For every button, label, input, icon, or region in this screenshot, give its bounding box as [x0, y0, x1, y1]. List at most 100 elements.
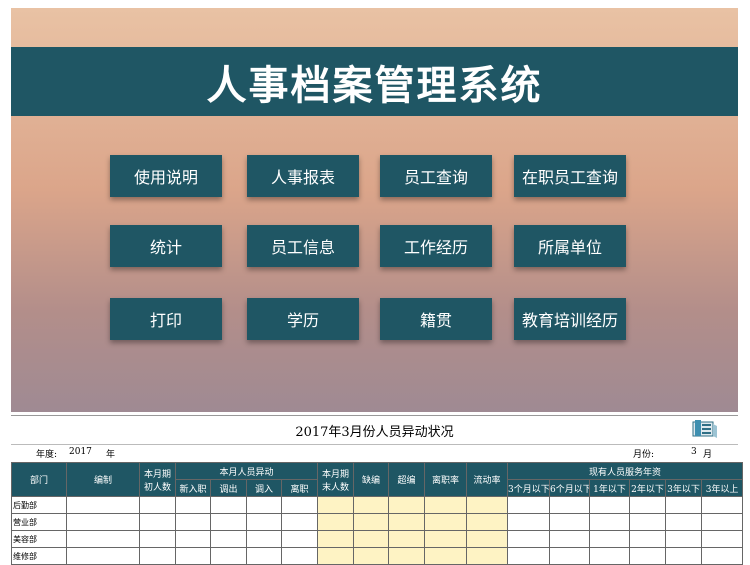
year-label: 年度:: [36, 450, 58, 460]
data-cell[interactable]: [246, 496, 282, 514]
data-cell[interactable]: [424, 513, 468, 531]
book-icon[interactable]: [691, 419, 719, 439]
data-cell[interactable]: [280, 513, 319, 531]
data-cell[interactable]: [353, 513, 390, 531]
data-cell[interactable]: [507, 513, 551, 531]
data-cell[interactable]: [139, 547, 176, 565]
data-cell[interactable]: [701, 530, 744, 548]
data-cell[interactable]: [210, 530, 247, 548]
staff-query-button[interactable]: 员工查询: [380, 155, 492, 197]
data-cell[interactable]: [665, 496, 703, 514]
data-cell[interactable]: [665, 547, 703, 565]
data-cell[interactable]: [466, 547, 509, 565]
month-value[interactable]: 3: [691, 447, 697, 457]
col-transfer-out: 调出: [210, 479, 247, 497]
data-cell[interactable]: [388, 530, 426, 548]
data-cell[interactable]: [280, 547, 319, 565]
education-button-label: 学历: [286, 311, 319, 330]
data-cell[interactable]: [388, 513, 426, 531]
data-cell[interactable]: [507, 530, 551, 548]
data-cell[interactable]: [629, 513, 667, 531]
data-cell[interactable]: [665, 513, 703, 531]
table-row: 后勤部: [11, 496, 744, 514]
data-cell[interactable]: [280, 496, 319, 514]
usage-button[interactable]: 使用说明: [110, 155, 222, 197]
data-cell[interactable]: [353, 496, 390, 514]
data-cell[interactable]: [589, 513, 631, 531]
data-cell[interactable]: [629, 530, 667, 548]
data-cell[interactable]: [139, 530, 176, 548]
data-cell[interactable]: [175, 513, 211, 531]
data-cell[interactable]: [507, 547, 551, 565]
staff-info-button-label: 员工信息: [270, 238, 335, 257]
data-cell[interactable]: [424, 496, 468, 514]
data-cell[interactable]: [424, 530, 468, 548]
data-cell[interactable]: [210, 496, 247, 514]
unit-button[interactable]: 所属单位: [514, 225, 626, 267]
active-staff-query-button-label: 在职员工查询: [521, 168, 618, 187]
personnel-table: 部门 编制 本月期 初人数 本月人员异动 本月期 末人数 缺编 超编 离职率 流…: [11, 462, 744, 565]
data-cell[interactable]: [317, 530, 355, 548]
data-cell[interactable]: [175, 530, 211, 548]
data-cell[interactable]: [246, 513, 282, 531]
data-cell[interactable]: [549, 530, 591, 548]
col-flow-rate: 流动率: [466, 462, 509, 497]
title-bar: 人事档案管理系统: [11, 47, 738, 116]
data-cell[interactable]: [280, 530, 319, 548]
hr-report-button[interactable]: 人事报表: [247, 155, 359, 197]
data-cell[interactable]: [701, 513, 744, 531]
month-unit: 月: [703, 450, 713, 460]
data-cell[interactable]: [353, 547, 390, 565]
data-cell[interactable]: [629, 496, 667, 514]
col-begin-count: 本月期 初人数: [139, 462, 176, 497]
data-cell[interactable]: [424, 547, 468, 565]
data-cell[interactable]: [246, 530, 282, 548]
statistics-button[interactable]: 统计: [110, 225, 222, 267]
data-cell[interactable]: [66, 547, 140, 565]
sheet-info-row: 年度: 2017 年 月份: 3 月: [11, 444, 738, 461]
data-cell[interactable]: [701, 547, 744, 565]
personnel-change-sheet: 2017年3月份人员异动状况 年度: 2017 年 月份: 3 月 部门 编制 …: [11, 415, 744, 565]
active-staff-query-button[interactable]: 在职员工查询: [514, 155, 626, 197]
work-history-button[interactable]: 工作经历: [380, 225, 492, 267]
data-cell[interactable]: [466, 530, 509, 548]
data-cell[interactable]: [175, 496, 211, 514]
data-cell[interactable]: [549, 513, 591, 531]
data-cell[interactable]: [466, 496, 509, 514]
data-cell[interactable]: [665, 530, 703, 548]
print-button[interactable]: 打印: [110, 298, 222, 340]
data-cell[interactable]: [353, 530, 390, 548]
data-cell[interactable]: [175, 547, 211, 565]
dept-cell: 美容部: [11, 530, 67, 548]
col-tenure-group: 现有人员服务年资: [507, 462, 744, 480]
data-cell[interactable]: [589, 547, 631, 565]
data-cell[interactable]: [466, 513, 509, 531]
data-cell[interactable]: [589, 530, 631, 548]
col-resign: 离职: [280, 479, 319, 497]
data-cell[interactable]: [317, 496, 355, 514]
data-cell[interactable]: [701, 496, 744, 514]
data-cell[interactable]: [629, 547, 667, 565]
staff-info-button[interactable]: 员工信息: [247, 225, 359, 267]
data-cell[interactable]: [549, 496, 591, 514]
data-cell[interactable]: [246, 547, 282, 565]
data-cell[interactable]: [549, 547, 591, 565]
data-cell[interactable]: [388, 547, 426, 565]
data-cell[interactable]: [139, 496, 176, 514]
data-cell[interactable]: [66, 496, 140, 514]
year-value[interactable]: 2017: [69, 447, 92, 457]
data-cell[interactable]: [139, 513, 176, 531]
data-cell[interactable]: [210, 547, 247, 565]
data-cell[interactable]: [210, 513, 247, 531]
data-cell[interactable]: [317, 513, 355, 531]
data-cell[interactable]: [66, 513, 140, 531]
data-cell[interactable]: [317, 547, 355, 565]
data-cell[interactable]: [589, 496, 631, 514]
data-cell[interactable]: [388, 496, 426, 514]
data-cell[interactable]: [66, 530, 140, 548]
data-cell[interactable]: [507, 496, 551, 514]
education-button[interactable]: 学历: [247, 298, 359, 340]
native-place-button[interactable]: 籍贯: [380, 298, 492, 340]
training-button[interactable]: 教育培训经历: [514, 298, 626, 340]
table-row: 营业部: [11, 513, 744, 531]
